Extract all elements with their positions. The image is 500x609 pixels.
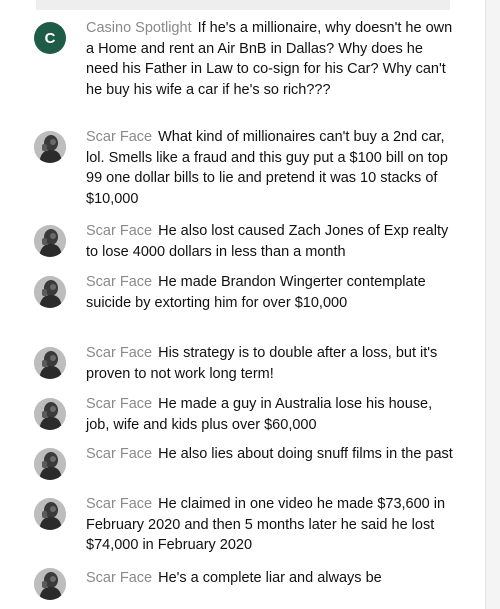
user-photo-icon bbox=[34, 225, 66, 257]
user-photo-icon bbox=[34, 568, 66, 600]
avatar-letter: C bbox=[44, 29, 56, 47]
message-text: He also lies about doing snuff films in … bbox=[158, 446, 453, 462]
author-name[interactable]: Scar Face bbox=[86, 496, 152, 512]
avatar[interactable] bbox=[34, 398, 66, 430]
avatar[interactable] bbox=[34, 225, 66, 257]
avatar[interactable]: C bbox=[34, 22, 66, 54]
top-divider bbox=[36, 0, 450, 10]
message-body: Casino Spotlight If he's a millionaire, w… bbox=[86, 18, 456, 100]
message-body: Scar Face He also lies about doing snuff … bbox=[86, 444, 456, 465]
avatar[interactable] bbox=[34, 347, 66, 379]
user-photo-icon bbox=[34, 347, 66, 379]
message-body: Scar Face He claimed in one video he made… bbox=[86, 494, 456, 556]
avatar[interactable] bbox=[34, 448, 66, 480]
author-name[interactable]: Scar Face bbox=[86, 129, 152, 145]
message-body: Scar Face He made Brandon Wingerter conte… bbox=[86, 272, 456, 313]
author-name[interactable]: Scar Face bbox=[86, 345, 152, 361]
message-body: Scar Face His strategy is to double after… bbox=[86, 343, 456, 384]
message-body: Scar Face He's a complete liar and always… bbox=[86, 568, 456, 589]
author-name[interactable]: Scar Face bbox=[86, 446, 152, 462]
avatar[interactable] bbox=[34, 276, 66, 308]
avatar[interactable] bbox=[34, 131, 66, 163]
author-name[interactable]: Scar Face bbox=[86, 274, 152, 290]
author-name[interactable]: Scar Face bbox=[86, 396, 152, 412]
message-text: He's a complete liar and always be bbox=[158, 570, 382, 586]
scrollbar[interactable] bbox=[486, 0, 500, 609]
author-name[interactable]: Scar Face bbox=[86, 223, 152, 239]
user-photo-icon bbox=[34, 131, 66, 163]
message-body: Scar Face What kind of millionaires can't… bbox=[86, 127, 456, 209]
avatar[interactable] bbox=[34, 568, 66, 600]
message-body: Scar Face He also lost caused Zach Jones … bbox=[86, 221, 456, 262]
chat-panel: C Casino Spotlight If he's a millionaire,… bbox=[0, 0, 486, 609]
avatar[interactable] bbox=[34, 498, 66, 530]
message-body: Scar Face He made a guy in Australia lose… bbox=[86, 394, 456, 435]
user-photo-icon bbox=[34, 276, 66, 308]
user-photo-icon bbox=[34, 448, 66, 480]
author-name[interactable]: Casino Spotlight bbox=[86, 20, 192, 36]
user-photo-icon bbox=[34, 398, 66, 430]
user-photo-icon bbox=[34, 498, 66, 530]
author-name[interactable]: Scar Face bbox=[86, 570, 152, 586]
